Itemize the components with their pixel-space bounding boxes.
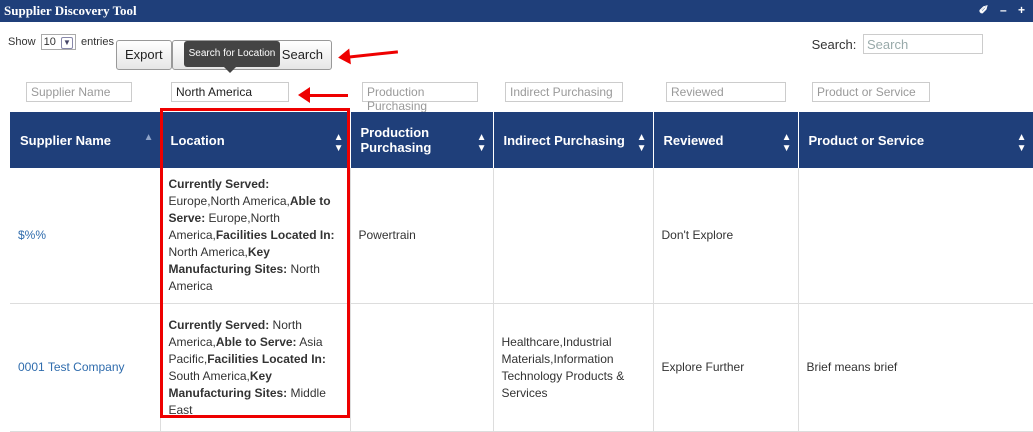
production-cell xyxy=(350,303,494,432)
annotation-arrow-search xyxy=(347,50,399,59)
production-cell: Powertrain xyxy=(350,168,494,304)
indirect-cell xyxy=(493,168,654,304)
chevron-down-icon: ▼ xyxy=(60,37,73,49)
search-tooltip: Search for Location xyxy=(184,41,280,73)
export-button[interactable]: Export xyxy=(116,40,172,70)
entries-select[interactable]: 10 ▼ xyxy=(40,34,76,50)
product-cell xyxy=(798,168,1033,304)
annotation-arrow-location xyxy=(298,87,348,103)
sort-icon: ▲ xyxy=(143,132,154,143)
header-production-purchasing[interactable]: Production Purchasing ▲ ▼ xyxy=(350,112,494,168)
supplier-link[interactable]: 0001 Test Company xyxy=(10,303,161,432)
sort-icon: ▲ ▼ xyxy=(636,132,647,154)
toolbar: Show 10 ▼ entries Export Search Search f… xyxy=(0,22,1033,73)
sort-icon: ▲ ▼ xyxy=(781,132,792,154)
show-label: Show xyxy=(8,35,36,48)
global-search-label: Search: xyxy=(811,37,857,52)
product-cell: Brief means brief xyxy=(798,303,1033,432)
sort-icon: ▲ ▼ xyxy=(1016,132,1027,154)
header-product-or-service[interactable]: Product or Service ▲ ▼ xyxy=(798,112,1033,168)
sort-icon: ▲ ▼ xyxy=(476,132,487,154)
filter-product-or-service[interactable]: Product or Service xyxy=(812,82,930,102)
reviewed-cell: Don't Explore xyxy=(653,168,799,304)
entries-value: 10 xyxy=(43,36,56,48)
global-search: Search: Search xyxy=(812,34,983,54)
filter-production-purchasing[interactable]: Production Purchasing xyxy=(362,82,478,113)
highlight-box-location-column xyxy=(160,108,350,418)
filter-supplier-name[interactable]: Supplier Name xyxy=(26,82,132,102)
window-controls[interactable]: ✐ – + xyxy=(979,3,1029,17)
supplier-link[interactable]: $%% xyxy=(10,168,161,304)
filter-location[interactable]: North America xyxy=(171,82,289,102)
page-length-control: Show 10 ▼ entries xyxy=(8,34,114,50)
filter-indirect-purchasing[interactable]: Indirect Purchasing xyxy=(505,82,623,102)
filter-reviewed[interactable]: Reviewed xyxy=(666,82,786,102)
header-supplier-name[interactable]: Supplier Name ▲ xyxy=(10,112,161,168)
window-titlebar: Supplier Discovery Tool ✐ – + xyxy=(0,0,1033,22)
entries-label: entries xyxy=(80,35,114,48)
column-filters: Supplier Name North America Production P… xyxy=(0,78,1033,113)
window-title: Supplier Discovery Tool xyxy=(4,3,137,18)
reviewed-cell: Explore Further xyxy=(653,303,799,432)
header-reviewed[interactable]: Reviewed ▲ ▼ xyxy=(653,112,799,168)
header-indirect-purchasing[interactable]: Indirect Purchasing ▲ ▼ xyxy=(493,112,654,168)
global-search-input[interactable]: Search xyxy=(863,34,983,54)
indirect-cell: Healthcare,Industrial Materials,Informat… xyxy=(493,303,654,432)
